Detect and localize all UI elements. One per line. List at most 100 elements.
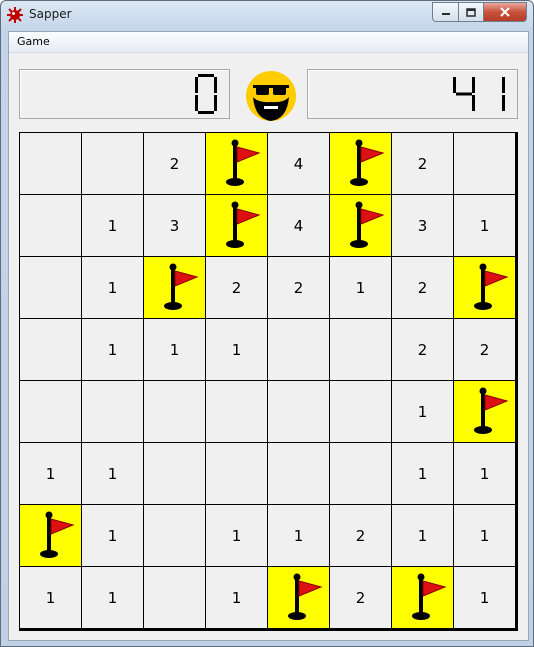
board-cell-flagged[interactable]: [20, 505, 81, 566]
board-cell[interactable]: 1: [82, 195, 143, 256]
flag-icon: [163, 263, 199, 310]
flag-icon: [225, 201, 261, 248]
board-cell[interactable]: 1: [392, 443, 453, 504]
title-bar[interactable]: Sapper: [1, 1, 533, 29]
board-cell[interactable]: 1: [82, 443, 143, 504]
board-cell[interactable]: 1: [454, 195, 515, 256]
board-cell[interactable]: [144, 567, 205, 628]
cell-number: 1: [417, 402, 428, 421]
board-cell[interactable]: [268, 443, 329, 504]
board-cell[interactable]: 1: [20, 567, 81, 628]
board-cell-flagged[interactable]: [330, 195, 391, 256]
cell-number: 1: [231, 588, 242, 607]
board-cell[interactable]: [330, 443, 391, 504]
board-cell[interactable]: [82, 381, 143, 442]
board-cell[interactable]: 1: [20, 443, 81, 504]
board-cell[interactable]: 2: [330, 505, 391, 566]
board-cell[interactable]: [268, 381, 329, 442]
flag-icon: [349, 201, 385, 248]
cell-number: 2: [417, 154, 428, 173]
board-cell[interactable]: [206, 443, 267, 504]
board-cell-flagged[interactable]: [330, 133, 391, 194]
flag-icon: [473, 387, 509, 434]
cell-number: 2: [169, 154, 180, 173]
close-button[interactable]: [484, 2, 527, 22]
board-cell[interactable]: [20, 381, 81, 442]
board-cell[interactable]: 2: [392, 319, 453, 380]
board-cell[interactable]: 2: [268, 257, 329, 318]
board-cell[interactable]: 1: [82, 567, 143, 628]
board-cell-flagged[interactable]: [206, 133, 267, 194]
menu-game[interactable]: Game: [17, 35, 50, 48]
minimize-button[interactable]: [432, 2, 459, 22]
board-cell[interactable]: [268, 319, 329, 380]
board-cell[interactable]: 2: [392, 133, 453, 194]
board-cell[interactable]: 1: [206, 505, 267, 566]
board-cell[interactable]: [82, 133, 143, 194]
mine-app-icon: [7, 7, 23, 23]
board-cell[interactable]: 1: [206, 567, 267, 628]
board-cell[interactable]: 4: [268, 133, 329, 194]
board-cell[interactable]: 1: [454, 505, 515, 566]
board-cell-flagged[interactable]: [268, 567, 329, 628]
minefield-grid: 2 4 2 1 3 4 3 1 1 2 2 1 2 1 1 1 2 2 1 1 1 1 1 1 1 1 2 1 1 1 1 1 2 1: [19, 132, 518, 631]
maximize-button[interactable]: [459, 2, 484, 22]
timer-digit: [453, 77, 475, 111]
board-cell[interactable]: [20, 133, 81, 194]
timer-digits: [453, 74, 505, 114]
board-cell[interactable]: 3: [144, 195, 205, 256]
board-cell[interactable]: 1: [330, 257, 391, 318]
board-cell-flagged[interactable]: [454, 381, 515, 442]
cell-number: 1: [169, 340, 180, 359]
board-cell[interactable]: 1: [206, 319, 267, 380]
flag-icon: [411, 573, 447, 620]
board-cell[interactable]: [144, 381, 205, 442]
app-window: Sapper Game 2 4 2 1 3 4 3 1 1 2 2 1 2 1 …: [0, 0, 534, 647]
board-cell[interactable]: 2: [206, 257, 267, 318]
smiley-reset-button[interactable]: [244, 69, 298, 123]
timer-digit: [502, 77, 505, 111]
board-cell-flagged[interactable]: [392, 567, 453, 628]
board-cell[interactable]: [144, 505, 205, 566]
board-cell-flagged[interactable]: [454, 257, 515, 318]
cell-number: 1: [479, 216, 490, 235]
board-cell[interactable]: 2: [144, 133, 205, 194]
board-cell[interactable]: 1: [454, 567, 515, 628]
board-cell[interactable]: 1: [268, 505, 329, 566]
flag-icon: [473, 263, 509, 310]
cell-number: 2: [479, 340, 490, 359]
cell-number: 1: [107, 340, 118, 359]
board-cell[interactable]: 1: [82, 505, 143, 566]
board-cell[interactable]: 1: [144, 319, 205, 380]
board-cell[interactable]: [20, 195, 81, 256]
board-cell-flagged[interactable]: [144, 257, 205, 318]
board-cell[interactable]: 3: [392, 195, 453, 256]
board-cell[interactable]: 1: [82, 257, 143, 318]
board-cell[interactable]: [454, 133, 515, 194]
board-cell[interactable]: 1: [454, 443, 515, 504]
board-cell[interactable]: 2: [392, 257, 453, 318]
cell-number: 1: [231, 340, 242, 359]
board-cell[interactable]: [144, 443, 205, 504]
board-cell[interactable]: [206, 381, 267, 442]
board-cell-flagged[interactable]: [206, 195, 267, 256]
board-cell[interactable]: 2: [330, 567, 391, 628]
board-cell[interactable]: 1: [82, 319, 143, 380]
board-cell[interactable]: [20, 257, 81, 318]
minimize-icon: [441, 13, 450, 15]
board-cell[interactable]: 1: [392, 381, 453, 442]
cell-number: 1: [293, 526, 304, 545]
flag-icon: [349, 139, 385, 186]
mine-counter-digits: [195, 74, 217, 114]
board-cell[interactable]: [330, 381, 391, 442]
board-cell[interactable]: [330, 319, 391, 380]
flag-icon: [287, 573, 323, 620]
board-cell[interactable]: 4: [268, 195, 329, 256]
board-cell[interactable]: [20, 319, 81, 380]
cell-number: 1: [417, 464, 428, 483]
cell-number: 1: [231, 526, 242, 545]
client-area: Game 2 4 2 1 3 4 3 1 1 2 2 1 2 1 1 1 2 2 1 1 1 1 1 1 1 1 2 1 1 1 1 1 2 1: [8, 31, 529, 641]
cell-number: 2: [231, 278, 242, 297]
board-cell[interactable]: 1: [392, 505, 453, 566]
board-cell[interactable]: 2: [454, 319, 515, 380]
